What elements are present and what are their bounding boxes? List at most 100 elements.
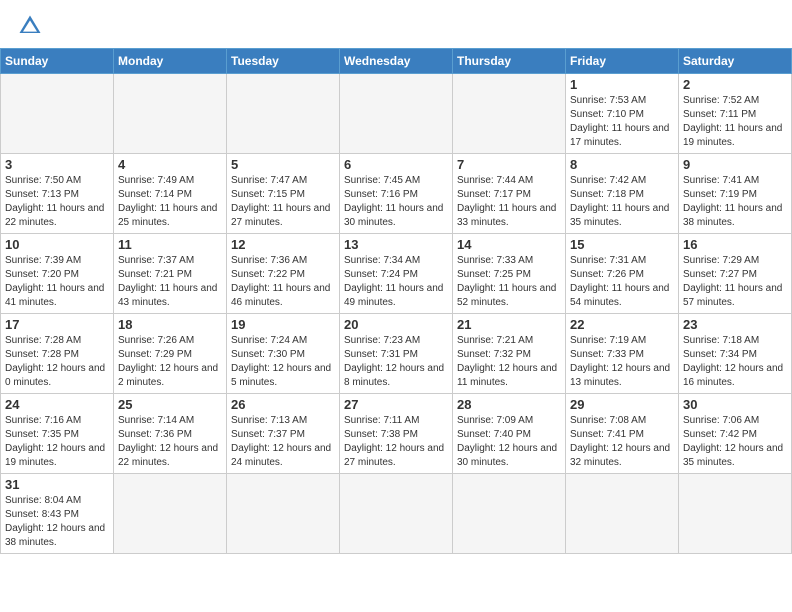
day-number: 20 <box>344 317 448 332</box>
calendar-cell: 18 Sunrise: 7:26 AM Sunset: 7:29 PM Dayli… <box>114 314 227 394</box>
calendar-cell <box>340 74 453 154</box>
calendar-week-row: 17 Sunrise: 7:28 AM Sunset: 7:28 PM Dayli… <box>1 314 792 394</box>
day-info: Sunrise: 7:29 AM Sunset: 7:27 PM Dayligh… <box>683 254 787 310</box>
day-number: 31 <box>5 477 109 492</box>
day-info: Sunrise: 7:42 AM Sunset: 7:18 PM Dayligh… <box>570 174 674 230</box>
day-number: 6 <box>344 157 448 172</box>
day-number: 24 <box>5 397 109 412</box>
day-info: Sunrise: 7:13 AM Sunset: 7:37 PM Dayligh… <box>231 414 335 470</box>
day-info: Sunrise: 7:11 AM Sunset: 7:38 PM Dayligh… <box>344 414 448 470</box>
calendar-cell: 4Sunrise: 7:49 AM Sunset: 7:14 PM Daylig… <box>114 154 227 234</box>
calendar-cell: 31 Sunrise: 8:04 AM Sunset: 8:43 PM Dayli… <box>1 474 114 554</box>
generalblue-logo-icon <box>16 12 44 40</box>
day-info: Sunrise: 7:28 AM Sunset: 7:28 PM Dayligh… <box>5 334 109 390</box>
calendar-cell: 14 Sunrise: 7:33 AM Sunset: 7:25 PM Dayli… <box>453 234 566 314</box>
day-number: 4 <box>118 157 222 172</box>
calendar-day-header: Saturday <box>679 49 792 74</box>
day-info: Sunrise: 7:41 AM Sunset: 7:19 PM Dayligh… <box>683 174 787 230</box>
calendar-table: SundayMondayTuesdayWednesdayThursdayFrid… <box>0 48 792 554</box>
day-number: 1 <box>570 77 674 92</box>
day-number: 13 <box>344 237 448 252</box>
day-info: Sunrise: 7:39 AM Sunset: 7:20 PM Dayligh… <box>5 254 109 310</box>
logo <box>16 12 48 40</box>
day-number: 28 <box>457 397 561 412</box>
day-number: 15 <box>570 237 674 252</box>
day-number: 27 <box>344 397 448 412</box>
calendar-cell: 24 Sunrise: 7:16 AM Sunset: 7:35 PM Dayli… <box>1 394 114 474</box>
day-info: Sunrise: 7:36 AM Sunset: 7:22 PM Dayligh… <box>231 254 335 310</box>
day-number: 19 <box>231 317 335 332</box>
day-number: 7 <box>457 157 561 172</box>
calendar-cell: 25Sunrise: 7:14 AM Sunset: 7:36 PM Dayli… <box>114 394 227 474</box>
day-info: Sunrise: 7:44 AM Sunset: 7:17 PM Dayligh… <box>457 174 561 230</box>
day-info: Sunrise: 7:26 AM Sunset: 7:29 PM Dayligh… <box>118 334 222 390</box>
calendar-cell <box>453 74 566 154</box>
day-number: 3 <box>5 157 109 172</box>
calendar-cell: 22 Sunrise: 7:19 AM Sunset: 7:33 PM Dayli… <box>566 314 679 394</box>
day-info: Sunrise: 7:31 AM Sunset: 7:26 PM Dayligh… <box>570 254 674 310</box>
calendar-cell <box>227 474 340 554</box>
day-number: 30 <box>683 397 787 412</box>
calendar-cell: 2 Sunrise: 7:52 AM Sunset: 7:11 PM Daylig… <box>679 74 792 154</box>
day-number: 8 <box>570 157 674 172</box>
calendar-cell <box>566 474 679 554</box>
day-number: 22 <box>570 317 674 332</box>
day-info: Sunrise: 7:09 AM Sunset: 7:40 PM Dayligh… <box>457 414 561 470</box>
calendar-cell: 27 Sunrise: 7:11 AM Sunset: 7:38 PM Dayli… <box>340 394 453 474</box>
calendar-cell: 15 Sunrise: 7:31 AM Sunset: 7:26 PM Dayli… <box>566 234 679 314</box>
calendar-cell: 11Sunrise: 7:37 AM Sunset: 7:21 PM Dayli… <box>114 234 227 314</box>
day-number: 17 <box>5 317 109 332</box>
calendar-cell: 19Sunrise: 7:24 AM Sunset: 7:30 PM Dayli… <box>227 314 340 394</box>
calendar-cell: 21 Sunrise: 7:21 AM Sunset: 7:32 PM Dayli… <box>453 314 566 394</box>
calendar-cell: 8 Sunrise: 7:42 AM Sunset: 7:18 PM Daylig… <box>566 154 679 234</box>
calendar-cell: 26Sunrise: 7:13 AM Sunset: 7:37 PM Dayli… <box>227 394 340 474</box>
calendar-cell: 7 Sunrise: 7:44 AM Sunset: 7:17 PM Daylig… <box>453 154 566 234</box>
calendar-cell: 13Sunrise: 7:34 AM Sunset: 7:24 PM Dayli… <box>340 234 453 314</box>
calendar-cell: 10 Sunrise: 7:39 AM Sunset: 7:20 PM Dayli… <box>1 234 114 314</box>
calendar-cell: 1Sunrise: 7:53 AM Sunset: 7:10 PM Daylig… <box>566 74 679 154</box>
calendar-cell: 30 Sunrise: 7:06 AM Sunset: 7:42 PM Dayli… <box>679 394 792 474</box>
calendar-cell: 16 Sunrise: 7:29 AM Sunset: 7:27 PM Dayli… <box>679 234 792 314</box>
calendar-cell: 20 Sunrise: 7:23 AM Sunset: 7:31 PM Dayli… <box>340 314 453 394</box>
day-info: Sunrise: 7:14 AM Sunset: 7:36 PM Dayligh… <box>118 414 222 470</box>
day-number: 18 <box>118 317 222 332</box>
day-number: 10 <box>5 237 109 252</box>
day-info: Sunrise: 7:23 AM Sunset: 7:31 PM Dayligh… <box>344 334 448 390</box>
calendar-week-row: 3 Sunrise: 7:50 AM Sunset: 7:13 PM Daylig… <box>1 154 792 234</box>
day-number: 2 <box>683 77 787 92</box>
day-info: Sunrise: 7:08 AM Sunset: 7:41 PM Dayligh… <box>570 414 674 470</box>
day-info: Sunrise: 7:19 AM Sunset: 7:33 PM Dayligh… <box>570 334 674 390</box>
calendar-cell: 12Sunrise: 7:36 AM Sunset: 7:22 PM Dayli… <box>227 234 340 314</box>
calendar-day-header: Monday <box>114 49 227 74</box>
calendar-week-row: 10 Sunrise: 7:39 AM Sunset: 7:20 PM Dayli… <box>1 234 792 314</box>
calendar-day-header: Friday <box>566 49 679 74</box>
day-number: 21 <box>457 317 561 332</box>
calendar-cell: 29Sunrise: 7:08 AM Sunset: 7:41 PM Dayli… <box>566 394 679 474</box>
calendar-day-header: Wednesday <box>340 49 453 74</box>
calendar-cell: 17 Sunrise: 7:28 AM Sunset: 7:28 PM Dayli… <box>1 314 114 394</box>
calendar-cell: 28 Sunrise: 7:09 AM Sunset: 7:40 PM Dayli… <box>453 394 566 474</box>
day-number: 9 <box>683 157 787 172</box>
day-info: Sunrise: 7:33 AM Sunset: 7:25 PM Dayligh… <box>457 254 561 310</box>
calendar-cell: 3 Sunrise: 7:50 AM Sunset: 7:13 PM Daylig… <box>1 154 114 234</box>
calendar-day-header: Tuesday <box>227 49 340 74</box>
calendar-cell <box>453 474 566 554</box>
calendar-week-row: 1Sunrise: 7:53 AM Sunset: 7:10 PM Daylig… <box>1 74 792 154</box>
calendar-day-header: Sunday <box>1 49 114 74</box>
day-info: Sunrise: 7:50 AM Sunset: 7:13 PM Dayligh… <box>5 174 109 230</box>
calendar-week-row: 24 Sunrise: 7:16 AM Sunset: 7:35 PM Dayli… <box>1 394 792 474</box>
calendar-cell <box>114 474 227 554</box>
day-info: Sunrise: 7:52 AM Sunset: 7:11 PM Dayligh… <box>683 94 787 150</box>
calendar-cell <box>227 74 340 154</box>
day-info: Sunrise: 7:21 AM Sunset: 7:32 PM Dayligh… <box>457 334 561 390</box>
calendar-header-row: SundayMondayTuesdayWednesdayThursdayFrid… <box>1 49 792 74</box>
calendar-cell <box>340 474 453 554</box>
day-number: 14 <box>457 237 561 252</box>
day-info: Sunrise: 7:16 AM Sunset: 7:35 PM Dayligh… <box>5 414 109 470</box>
calendar-cell: 23Sunrise: 7:18 AM Sunset: 7:34 PM Dayli… <box>679 314 792 394</box>
day-info: Sunrise: 7:06 AM Sunset: 7:42 PM Dayligh… <box>683 414 787 470</box>
day-info: Sunrise: 8:04 AM Sunset: 8:43 PM Dayligh… <box>5 494 109 550</box>
day-info: Sunrise: 7:45 AM Sunset: 7:16 PM Dayligh… <box>344 174 448 230</box>
day-number: 16 <box>683 237 787 252</box>
calendar-cell <box>114 74 227 154</box>
